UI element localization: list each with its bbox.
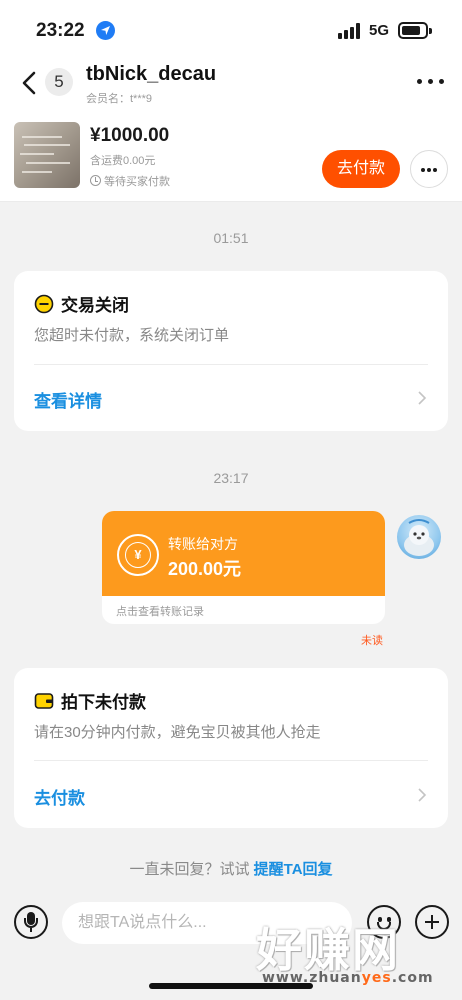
transfer-message[interactable]: ¥ 转账给对方 200.00元 点击查看转账记录 bbox=[102, 511, 385, 624]
go-pay-link[interactable]: 去付款 bbox=[34, 784, 85, 809]
card-title: 拍下未付款 bbox=[34, 688, 146, 713]
order-status: 等待买家付款 bbox=[90, 173, 170, 189]
unpaid-order-card: 拍下未付款 请在30分钟内付款，避免宝贝被其他人抢走 去付款 bbox=[14, 668, 448, 828]
battery-icon bbox=[398, 22, 432, 39]
card-title-text: 拍下未付款 bbox=[61, 693, 146, 712]
avatar[interactable] bbox=[397, 515, 441, 559]
chat-timestamp: 23:17 bbox=[213, 470, 249, 486]
chat-timestamp: 01:51 bbox=[213, 230, 249, 246]
card-description: 您超时未付款，系统关闭订单 bbox=[34, 327, 230, 344]
contact-name[interactable]: tbNick_decau bbox=[86, 63, 216, 86]
card-divider bbox=[34, 364, 428, 365]
card-divider bbox=[34, 760, 428, 761]
reminder-text: 一直未回复？试试 bbox=[129, 861, 250, 878]
member-name: 会员名：t***9 bbox=[86, 93, 153, 105]
home-indicator[interactable] bbox=[149, 983, 313, 989]
product-thumbnail[interactable] bbox=[14, 122, 80, 188]
more-options-icon[interactable] bbox=[416, 70, 446, 92]
chevron-right-icon bbox=[418, 391, 427, 405]
signal-icon bbox=[338, 23, 360, 39]
transfer-amount: 200.00元 bbox=[168, 559, 242, 579]
order-summary-bar: ¥1000.00 含运费0.00元 等待买家付款 去付款 bbox=[0, 110, 462, 202]
chevron-right-icon bbox=[418, 788, 427, 802]
transfer-title: 转账给对方 bbox=[168, 536, 238, 552]
wallet-icon bbox=[34, 693, 54, 709]
status-time: 23:22 bbox=[36, 20, 85, 41]
remind-reply-link[interactable]: 提醒TA回复 bbox=[254, 861, 333, 878]
back-arrow-icon[interactable] bbox=[20, 70, 38, 96]
status-bar: 23:22 5G bbox=[0, 0, 462, 58]
unread-count-badge[interactable]: 5 bbox=[45, 68, 73, 96]
card-title-text: 交易关闭 bbox=[61, 296, 129, 315]
pay-button[interactable]: 去付款 bbox=[322, 150, 400, 188]
product-price: ¥1000.00 bbox=[90, 125, 170, 146]
order-status-text: 等待买家付款 bbox=[104, 176, 170, 188]
unread-status: 未读 bbox=[361, 635, 383, 647]
clock-icon bbox=[90, 175, 101, 186]
location-arrow-icon bbox=[96, 21, 115, 40]
transfer-record-link[interactable]: 点击查看转账记录 bbox=[116, 603, 204, 619]
voice-input-icon[interactable] bbox=[14, 905, 48, 939]
minus-circle-icon bbox=[34, 294, 54, 314]
watermark-logo: 好赚网 www.zhuanyes.com bbox=[248, 914, 448, 994]
reminder-hint: 一直未回复？试试 提醒TA回复 bbox=[0, 858, 462, 879]
seal-avatar-icon bbox=[404, 519, 434, 556]
trade-closed-card: 交易关闭 您超时未付款，系统关闭订单 查看详情 bbox=[14, 271, 448, 431]
chat-header: 5 tbNick_decau 会员名：t***9 bbox=[0, 58, 462, 110]
order-more-icon[interactable] bbox=[410, 150, 448, 188]
network-type: 5G bbox=[369, 22, 390, 39]
card-description: 请在30分钟内付款，避免宝贝被其他人抢走 bbox=[34, 724, 321, 741]
card-title: 交易关闭 bbox=[34, 291, 129, 316]
transfer-header: ¥ 转账给对方 200.00元 bbox=[102, 511, 385, 596]
shipping-fee: 含运费0.00元 bbox=[90, 155, 156, 167]
view-details-link[interactable]: 查看详情 bbox=[34, 387, 102, 412]
transfer-yuan-icon: ¥ bbox=[117, 534, 159, 576]
